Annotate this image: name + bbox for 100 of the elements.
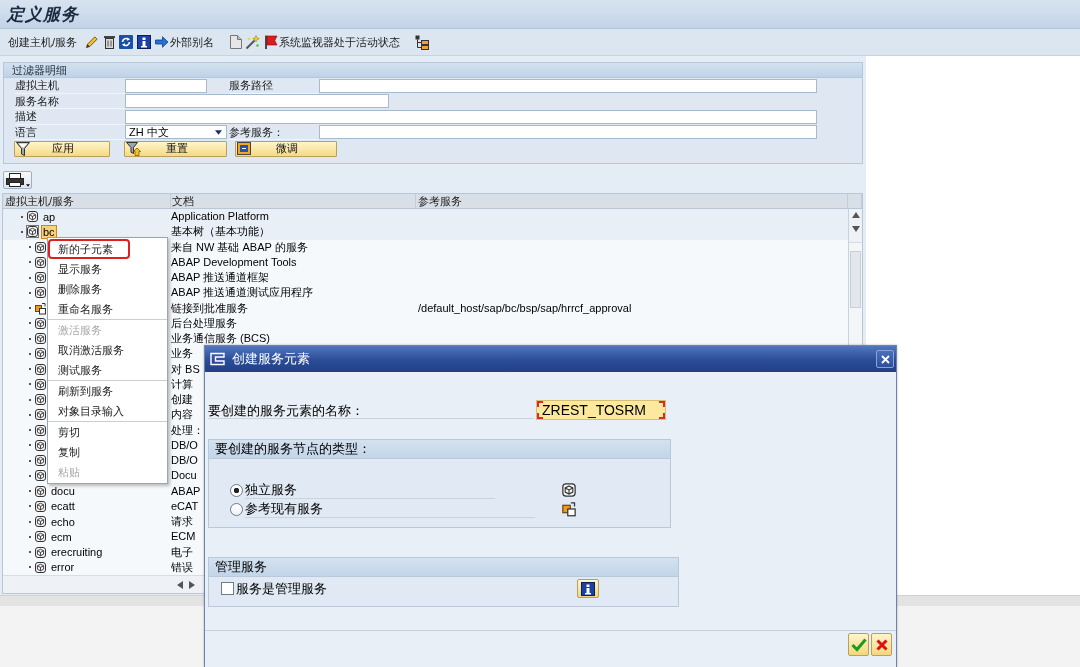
name-input[interactable]: ZREST_TOSRM (536, 399, 666, 420)
dialog-title: 创建服务元素 (232, 350, 310, 368)
menu-item[interactable]: 测试服务 (48, 360, 119, 380)
radio-button[interactable] (230, 483, 243, 497)
confirm-button[interactable] (848, 633, 869, 656)
tree-node[interactable]: error (49, 560, 77, 575)
description-text: ABAP 推送通道测试应用程序 (171, 286, 314, 300)
triangle-right-icon[interactable] (189, 580, 195, 589)
info-icon (581, 581, 595, 596)
cube-icon (561, 482, 577, 498)
checkbox-label[interactable]: 服务是管理服务 (236, 579, 327, 598)
description-text: eCAT (171, 499, 199, 513)
menu-item[interactable]: 取消激活服务 (48, 340, 141, 360)
input-field[interactable] (319, 125, 817, 140)
triangle-down-icon[interactable] (851, 226, 860, 232)
pencil-icon[interactable] (85, 35, 100, 49)
filter-button[interactable]: 微调 (235, 140, 337, 157)
cancel-button[interactable] (871, 633, 892, 656)
info-icon[interactable] (137, 35, 152, 49)
radio-label[interactable]: 独立服务 (245, 481, 495, 499)
menu-item[interactable]: 新的子元素 (48, 239, 130, 259)
cube-icon (26, 225, 39, 239)
radio-button[interactable] (230, 502, 243, 516)
menu-item[interactable]: 复制 (48, 442, 97, 462)
system-monitor-button[interactable]: 系统监视器处于活动状态 (264, 33, 401, 51)
window-title: 定义服务 (7, 3, 79, 26)
description-text: 后台处理服务 (171, 316, 237, 330)
column-header[interactable]: 文档 (171, 194, 416, 208)
menu-item[interactable]: 刷新到服务 (48, 381, 130, 401)
cube-icon (26, 210, 39, 224)
column-header[interactable]: 参考服务 (416, 194, 848, 208)
description-text: 链接到批准服务 (171, 301, 248, 315)
description-text: Docu (171, 469, 197, 483)
flag-icon (264, 35, 279, 49)
external-alias-button[interactable]: 外部别名 (155, 33, 215, 51)
tree-node[interactable]: ecatt (49, 499, 77, 514)
caret-icon (26, 184, 30, 187)
menu-item[interactable]: 显示服务 (48, 259, 119, 279)
description-text: 来自 NW 基础 ABAP 的服务 (171, 240, 308, 254)
document-icon[interactable] (230, 35, 243, 49)
check-icon (850, 637, 867, 652)
hierarchy-icon[interactable] (415, 34, 430, 50)
filter-button[interactable]: 应用 (14, 140, 110, 157)
tree-node[interactable]: echo (49, 514, 77, 529)
input-field[interactable] (125, 78, 207, 93)
group-title: 管理服务 (209, 558, 678, 577)
description-text: 业务通信服务 (BCS) (171, 332, 270, 346)
tree-node[interactable]: bc (41, 224, 57, 239)
magic-wand-icon[interactable] (245, 34, 261, 50)
overlapping-squares-icon (561, 501, 577, 517)
framed-square-icon (237, 142, 251, 155)
menu-item[interactable]: 剪切 (48, 422, 97, 442)
description-text: ABAP Development Tools (171, 255, 297, 269)
refresh-icon[interactable] (119, 35, 134, 49)
tree-node[interactable]: ap (41, 209, 58, 224)
description-text: 内容 (171, 408, 193, 422)
description-text: ABAP (171, 484, 201, 498)
menu-item[interactable]: 重命名服务 (48, 299, 130, 319)
radio-label[interactable]: 参考现有服务 (245, 500, 535, 518)
description-text: 电子 (171, 545, 193, 559)
menu-item[interactable]: 删除服务 (48, 279, 119, 299)
cross-icon (875, 638, 888, 651)
panel-header: 过滤器明细 (4, 63, 862, 78)
input-field[interactable] (319, 78, 817, 93)
tree-node[interactable]: erecruiting (49, 545, 105, 560)
tree-node[interactable]: docu (49, 484, 77, 499)
create-host-service-button[interactable]: 创建主机/服务 (8, 33, 78, 51)
description-text: 计算 (171, 377, 193, 391)
triangle-up-icon[interactable] (851, 212, 860, 218)
close-icon (880, 354, 890, 364)
menu-item[interactable]: 对象目录输入 (48, 401, 141, 421)
print-button[interactable] (3, 171, 32, 189)
filter-button[interactable]: 重置 (124, 140, 227, 157)
description-text: ECM (171, 530, 196, 544)
input-field[interactable] (125, 109, 817, 124)
funnel-arrow-icon (126, 141, 142, 156)
info-button[interactable] (577, 579, 599, 598)
description-text: 创建 (171, 393, 193, 407)
window-icon (210, 352, 226, 366)
language-dropdown[interactable]: ZH 中文 (125, 125, 227, 140)
description-text: Application Platform (171, 210, 269, 224)
description-text: 请求 (171, 515, 193, 529)
arrow-right-icon (155, 36, 170, 48)
checkbox[interactable] (221, 582, 234, 595)
caret-icon (215, 129, 222, 135)
tree-node[interactable]: ecm (49, 529, 74, 544)
description-text: 处理： (171, 423, 204, 437)
column-header[interactable]: 虚拟主机/服务 (3, 194, 171, 208)
input-field[interactable] (125, 94, 389, 109)
description-text: ABAP 推送通道框架 (171, 271, 270, 285)
description-text: DB/O (171, 438, 198, 452)
description-text: 业务 (171, 347, 193, 361)
triangle-left-icon[interactable] (177, 580, 183, 589)
scroll-thumb[interactable] (850, 251, 861, 308)
field-label: 要创建的服务元素的名称： (208, 400, 534, 419)
close-button[interactable] (876, 350, 894, 368)
trash-icon[interactable] (104, 35, 116, 49)
printer-icon (6, 173, 24, 187)
funnel-icon (16, 141, 30, 156)
description-text: 错误 (171, 560, 193, 574)
